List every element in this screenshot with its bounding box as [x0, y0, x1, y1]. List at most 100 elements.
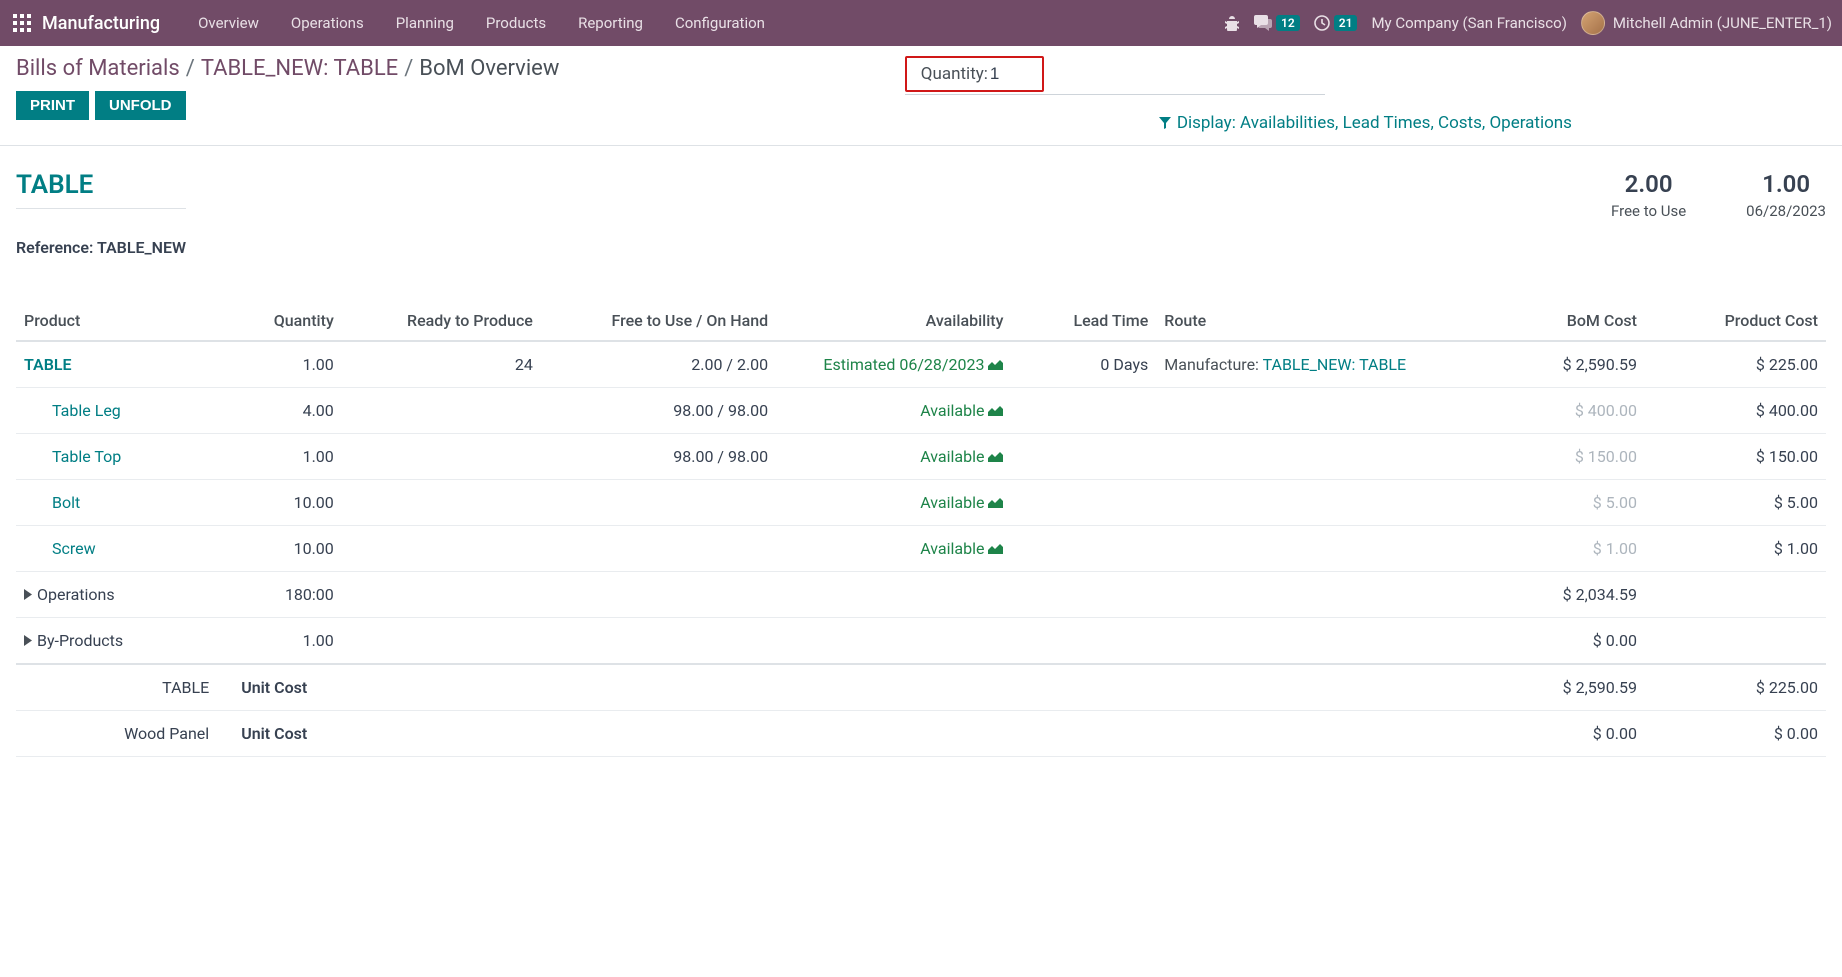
cell-bom-cost: $ 5.00: [1482, 480, 1645, 526]
apps-icon[interactable]: [10, 11, 34, 35]
breadcrumb-sep: /: [186, 56, 195, 81]
cell-prod-cost: $ 400.00: [1645, 388, 1826, 434]
table-row: By-Products 1.00 $ 0.00: [16, 618, 1826, 665]
cell-quantity: 1.00: [233, 341, 342, 388]
print-button[interactable]: PRINT: [16, 91, 89, 120]
activities-icon[interactable]: 21: [1314, 15, 1358, 31]
table-row: Operations180:00$ 2,034.59: [16, 572, 1826, 618]
unfold-button[interactable]: UNFOLD: [95, 91, 186, 120]
cell-free: [541, 480, 776, 526]
summary-prod-cost: $ 0.00: [1645, 711, 1826, 757]
summary-row: Wood PanelUnit Cost$ 0.00$ 0.00: [16, 711, 1826, 757]
cell-quantity: 1.00: [233, 434, 342, 480]
cell-bom-cost: $ 2,034.59: [1482, 572, 1645, 618]
col-free: Free to Use / On Hand: [541, 301, 776, 341]
display-filter-toggle[interactable]: Display: Availabilities, Lead Times, Cos…: [905, 113, 1826, 133]
company-switcher[interactable]: My Company (San Francisco): [1371, 14, 1566, 32]
nav-right: 12 21 My Company (San Francisco) Mitchel…: [1224, 11, 1832, 35]
breadcrumb-active: BoM Overview: [419, 56, 559, 81]
summary-bom-cost: $ 2,590.59: [1482, 664, 1645, 711]
menu-configuration[interactable]: Configuration: [661, 8, 779, 38]
cell-prod-cost: $ 225.00: [1645, 341, 1826, 388]
messages-icon[interactable]: 12: [1254, 15, 1300, 31]
quantity-field-wrapper: Quantity:: [905, 56, 1044, 92]
forecast-chart-icon[interactable]: [988, 539, 1003, 558]
menu-reporting[interactable]: Reporting: [564, 8, 657, 38]
app-brand[interactable]: Manufacturing: [42, 13, 160, 34]
product-name[interactable]: Screw: [52, 539, 96, 558]
table-row: Screw10.00Available$ 1.00$ 1.00: [16, 526, 1826, 572]
summary-row: TABLEUnit Cost$ 2,590.59$ 225.00: [16, 664, 1826, 711]
product-name[interactable]: Table Leg: [52, 401, 121, 420]
col-quantity: Quantity: [233, 301, 342, 341]
user-name: Mitchell Admin (JUNE_ENTER_1): [1613, 14, 1832, 32]
cell-free: [541, 618, 776, 665]
breadcrumb-sep: /: [404, 56, 413, 81]
product-name: Operations: [37, 585, 115, 604]
cell-free: 98.00 / 98.00: [541, 388, 776, 434]
cell-lead: [1011, 388, 1156, 434]
stat-date-value: 1.00: [1746, 170, 1826, 198]
cell-ready: [342, 572, 541, 618]
stat-freetouse-label: Free to Use: [1611, 202, 1686, 220]
availability-text: Available: [920, 493, 984, 512]
table-row: Table Leg 4.00 98.00 / 98.00 Available $ 400…: [16, 388, 1826, 434]
col-route: Route: [1156, 301, 1482, 341]
breadcrumb: Bills of Materials / TABLE_NEW: TABLE / …: [16, 56, 885, 81]
caret-icon[interactable]: [24, 585, 33, 604]
forecast-chart-icon[interactable]: [988, 447, 1003, 466]
route-prefix: Manufacture:: [1164, 355, 1262, 374]
product-name[interactable]: Table Top: [52, 447, 121, 466]
summary-product: TABLE: [16, 664, 233, 711]
menu-operations[interactable]: Operations: [277, 8, 378, 38]
cell-quantity: 10.00: [233, 480, 342, 526]
cell-lead: [1011, 434, 1156, 480]
breadcrumb-level1[interactable]: TABLE_NEW: TABLE: [201, 56, 398, 81]
caret-icon[interactable]: [24, 631, 33, 650]
col-ready: Ready to Produce: [342, 301, 541, 341]
user-menu[interactable]: Mitchell Admin (JUNE_ENTER_1): [1581, 11, 1832, 35]
filter-icon: [1159, 117, 1171, 129]
forecast-chart-icon[interactable]: [988, 401, 1003, 420]
cell-ready: 24: [342, 341, 541, 388]
col-lead: Lead Time: [1011, 301, 1156, 341]
quantity-input[interactable]: [990, 64, 1030, 84]
quantity-label: Quantity:: [921, 64, 988, 84]
reference-label: Reference:: [16, 238, 93, 257]
main-navbar: Manufacturing Overview Operations Planni…: [0, 0, 1842, 46]
table-row: Table Top1.0098.00 / 98.00Available$ 150…: [16, 434, 1826, 480]
menu-planning[interactable]: Planning: [382, 8, 468, 38]
stat-freetouse-value: 2.00: [1611, 170, 1686, 198]
cell-prod-cost: $ 5.00: [1645, 480, 1826, 526]
product-name[interactable]: Bolt: [52, 493, 80, 512]
cell-bom-cost: $ 1.00: [1482, 526, 1645, 572]
forecast-chart-icon[interactable]: [988, 355, 1003, 374]
breadcrumb-root[interactable]: Bills of Materials: [16, 56, 180, 81]
product-name: By-Products: [37, 631, 123, 650]
reference-value: TABLE_NEW: [97, 238, 186, 257]
cell-quantity: 1.00: [233, 618, 342, 665]
cell-quantity: 4.00: [233, 388, 342, 434]
cell-prod-cost: $ 1.00: [1645, 526, 1826, 572]
availability-text: Available: [920, 401, 984, 420]
debug-icon[interactable]: [1224, 15, 1240, 31]
quantity-underline: [905, 94, 1325, 95]
nav-menu: Overview Operations Planning Products Re…: [184, 8, 779, 38]
cell-lead: [1011, 572, 1156, 618]
summary-bom-cost: $ 0.00: [1482, 711, 1645, 757]
cell-free: 98.00 / 98.00: [541, 434, 776, 480]
route-link[interactable]: TABLE_NEW: TABLE: [1263, 355, 1407, 374]
product-name[interactable]: TABLE: [24, 355, 72, 374]
cell-ready: [342, 526, 541, 572]
col-prod-cost: Product Cost: [1645, 301, 1826, 341]
menu-overview[interactable]: Overview: [184, 8, 273, 38]
menu-products[interactable]: Products: [472, 8, 560, 38]
cell-lead: [1011, 526, 1156, 572]
cell-bom-cost: $ 0.00: [1482, 618, 1645, 665]
bom-table: Product Quantity Ready to Produce Free t…: [16, 301, 1826, 757]
forecast-chart-icon[interactable]: [988, 493, 1003, 512]
availability-text: Estimated 06/28/2023: [823, 355, 984, 374]
header-stats: 2.00 Free to Use 1.00 06/28/2023: [1611, 170, 1826, 220]
avatar-icon: [1581, 11, 1605, 35]
cell-ready: [342, 388, 541, 434]
